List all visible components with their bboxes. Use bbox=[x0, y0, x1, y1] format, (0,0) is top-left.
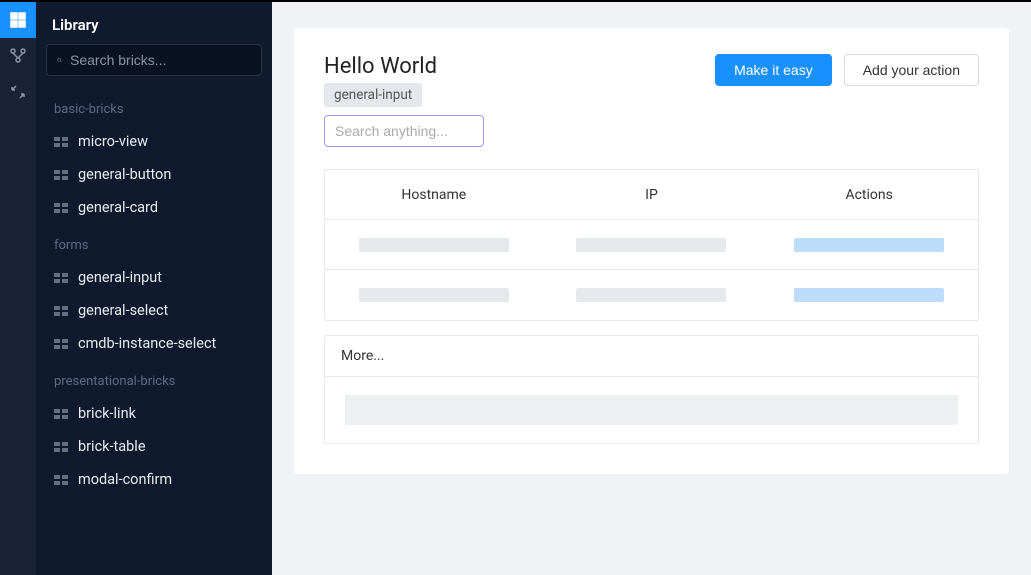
search-icon bbox=[57, 53, 62, 67]
sidebar-title: Library bbox=[36, 2, 272, 44]
sidebar-item-micro-view[interactable]: micro-view bbox=[36, 125, 272, 158]
header-row: Hello World general-input Make it easy A… bbox=[324, 54, 979, 147]
sidebar-item-modal-confirm[interactable]: modal-confirm bbox=[36, 463, 272, 496]
sidebar-item-label: brick-link bbox=[78, 405, 136, 422]
secondary-button[interactable]: Add your action bbox=[844, 54, 979, 86]
rail-collapse-icon[interactable] bbox=[0, 74, 36, 110]
sidebar-item-label: general-button bbox=[78, 166, 171, 183]
more-title[interactable]: More... bbox=[325, 336, 978, 377]
skeleton-cell bbox=[576, 288, 726, 302]
brick-icon bbox=[54, 306, 68, 316]
th-hostname: Hostname bbox=[325, 187, 543, 203]
sidebar-item-brick-table[interactable]: brick-table bbox=[36, 430, 272, 463]
sidebar-search-wrap bbox=[36, 44, 272, 88]
skeleton-cell bbox=[359, 238, 509, 252]
brick-icon bbox=[54, 475, 68, 485]
brick-icon bbox=[54, 273, 68, 283]
icon-rail bbox=[0, 2, 36, 575]
sidebar-item-general-card[interactable]: general-card bbox=[36, 191, 272, 224]
skeleton-action[interactable] bbox=[794, 288, 944, 302]
table: Hostname IP Actions bbox=[325, 170, 978, 320]
sidebar-search[interactable] bbox=[46, 44, 262, 76]
sidebar-item-general-button[interactable]: general-button bbox=[36, 158, 272, 191]
brick-icon bbox=[54, 170, 68, 180]
group-basic-bricks: basic-bricks bbox=[36, 88, 272, 125]
sidebar-item-label: modal-confirm bbox=[78, 471, 172, 488]
sidebar-item-label: cmdb-instance-select bbox=[78, 335, 216, 352]
more-panel: More... bbox=[324, 335, 979, 444]
sidebar-item-cmdb-instance-select[interactable]: cmdb-instance-select bbox=[36, 327, 272, 360]
table-row bbox=[325, 220, 978, 270]
table-header: Hostname IP Actions bbox=[325, 170, 978, 220]
th-ip: IP bbox=[543, 187, 761, 203]
sidebar-item-label: micro-view bbox=[78, 133, 148, 150]
brick-icon bbox=[54, 339, 68, 349]
sidebar: Library basic-bricks micro-view general-… bbox=[36, 2, 272, 575]
sidebar-item-label: general-card bbox=[78, 199, 158, 216]
sidebar-search-input[interactable] bbox=[70, 52, 251, 68]
brick-icon bbox=[54, 203, 68, 213]
skeleton-action[interactable] bbox=[794, 238, 944, 252]
rail-tree-icon[interactable] bbox=[0, 38, 36, 74]
table-row bbox=[325, 270, 978, 320]
group-forms: forms bbox=[36, 224, 272, 261]
sidebar-item-label: general-select bbox=[78, 302, 168, 319]
rail-library-icon[interactable] bbox=[0, 2, 36, 38]
group-presentational-bricks: presentational-bricks bbox=[36, 360, 272, 397]
content-card: Hello World general-input Make it easy A… bbox=[294, 28, 1009, 474]
brick-icon bbox=[54, 409, 68, 419]
sidebar-item-label: brick-table bbox=[78, 438, 146, 455]
brick-icon bbox=[54, 442, 68, 452]
brick-tag: general-input bbox=[324, 83, 422, 107]
th-actions: Actions bbox=[760, 187, 978, 203]
sidebar-item-general-input[interactable]: general-input bbox=[36, 261, 272, 294]
primary-button[interactable]: Make it easy bbox=[715, 54, 832, 86]
more-body bbox=[325, 377, 978, 443]
skeleton-cell bbox=[359, 288, 509, 302]
sidebar-item-brick-link[interactable]: brick-link bbox=[36, 397, 272, 430]
table-panel: Hostname IP Actions bbox=[324, 169, 979, 321]
search-anything-input[interactable] bbox=[324, 115, 484, 147]
title-block: Hello World general-input bbox=[324, 54, 484, 147]
brick-icon bbox=[54, 137, 68, 147]
page-title: Hello World bbox=[324, 54, 484, 79]
skeleton-block bbox=[345, 395, 958, 425]
header-buttons: Make it easy Add your action bbox=[715, 54, 979, 86]
sidebar-item-label: general-input bbox=[78, 269, 162, 286]
sidebar-item-general-select[interactable]: general-select bbox=[36, 294, 272, 327]
skeleton-cell bbox=[576, 238, 726, 252]
main-area: Hello World general-input Make it easy A… bbox=[272, 2, 1031, 575]
